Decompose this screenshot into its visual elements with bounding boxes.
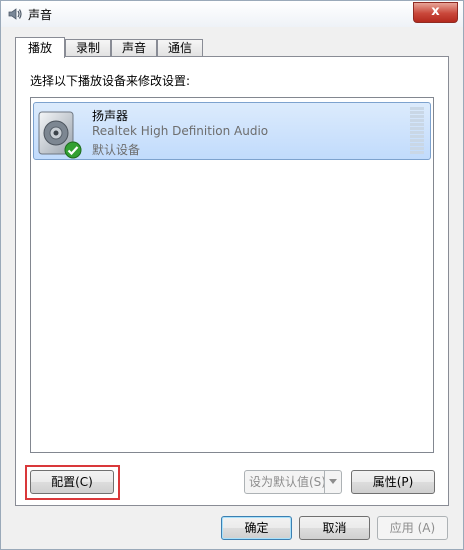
tab-communications[interactable]: 通信 — [157, 39, 203, 56]
device-item-speakers[interactable]: 扬声器 Realtek High Definition Audio 默认设备 — [33, 102, 431, 160]
sound-icon — [7, 6, 23, 22]
configure-button[interactable]: 配置(C) — [30, 470, 114, 494]
playback-panel: 选择以下播放设备来修改设置: 扬声器 Realtek High Definiti… — [15, 56, 449, 506]
tab-recording[interactable]: 录制 — [65, 39, 111, 56]
tab-playback[interactable]: 播放 — [15, 37, 65, 58]
chevron-down-icon — [329, 479, 337, 484]
ok-button[interactable]: 确定 — [221, 516, 292, 540]
set-default-dropdown[interactable] — [324, 471, 341, 493]
cancel-button[interactable]: 取消 — [299, 516, 370, 540]
title-bar: 声音 x — [1, 1, 463, 27]
set-default-label: 设为默认值(S) — [249, 475, 326, 489]
close-button[interactable]: x — [413, 2, 458, 23]
close-icon: x — [431, 4, 440, 19]
sound-dialog: 声音 x 播放 录制 声音 通信 选择以下播放设备来修改设置: 扬声器 Real… — [0, 0, 464, 550]
volume-level-meter — [410, 107, 424, 155]
check-icon — [64, 141, 82, 159]
apply-button[interactable]: 应用 (A) — [377, 516, 448, 540]
device-name: 扬声器 — [92, 109, 129, 123]
device-status: 默认设备 — [92, 143, 141, 157]
instruction-label: 选择以下播放设备来修改设置: — [30, 74, 191, 88]
device-description: Realtek High Definition Audio — [92, 124, 269, 138]
window-title: 声音 — [28, 8, 53, 22]
properties-button[interactable]: 属性(P) — [351, 470, 435, 494]
tab-sounds[interactable]: 声音 — [111, 39, 157, 56]
device-list[interactable]: 扬声器 Realtek High Definition Audio 默认设备 — [30, 97, 434, 453]
set-default-button[interactable]: 设为默认值(S) — [244, 470, 342, 494]
